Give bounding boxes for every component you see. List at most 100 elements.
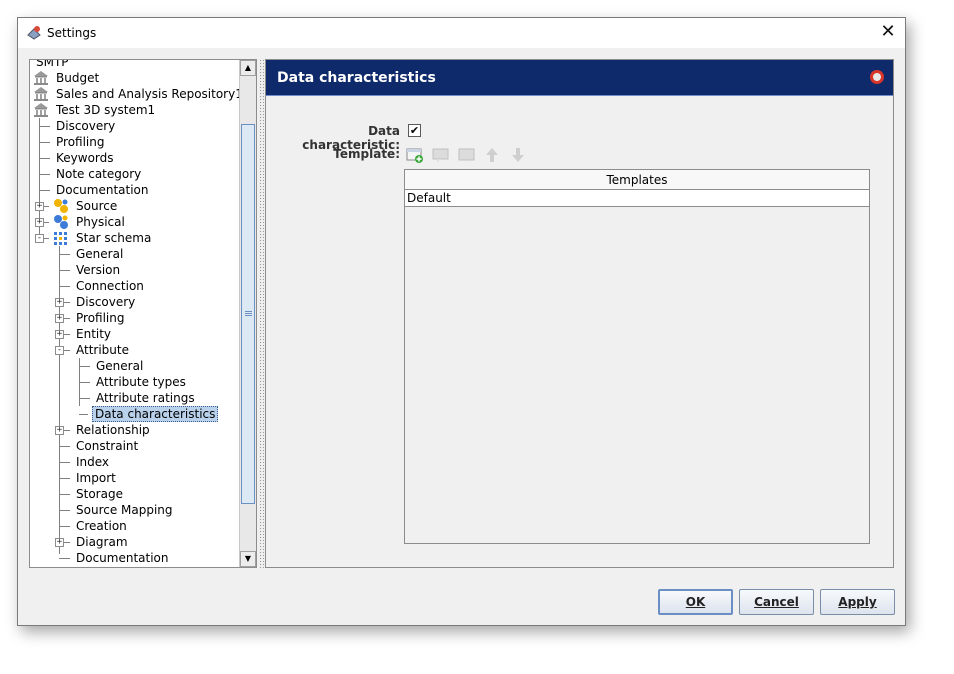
tree-item-label: Profiling — [56, 135, 105, 149]
cancel-button[interactable]: Cancel — [739, 589, 814, 615]
tree-item[interactable]: Star schema — [74, 230, 153, 246]
tree-item[interactable]: Profiling — [54, 134, 107, 150]
tree-item[interactable]: Sales and Analysis Repository1 — [54, 86, 245, 102]
tree-item[interactable]: General — [94, 358, 145, 374]
tree-item[interactable]: Storage — [74, 486, 125, 502]
tree-connector — [59, 494, 70, 495]
tree-item-label: Constraint — [76, 439, 139, 453]
tree-item[interactable]: Discovery — [54, 118, 117, 134]
tree-item[interactable]: SMTP — [34, 59, 71, 70]
tree-connector — [59, 558, 70, 559]
tree-item-label: Documentation — [76, 551, 169, 565]
tree-item-label: Source Mapping — [76, 503, 173, 517]
tree-item[interactable]: Source Mapping — [74, 502, 175, 518]
table-row[interactable]: Default — [405, 190, 869, 207]
tree-item-label: Attribute — [76, 343, 129, 357]
tree-item-label: Budget — [56, 71, 100, 85]
tree-item[interactable]: Note category — [54, 166, 143, 182]
add-template-icon[interactable] — [406, 146, 424, 164]
move-down-icon[interactable] — [509, 146, 527, 164]
tree-item[interactable]: Discovery — [74, 294, 137, 310]
tree-connector — [59, 462, 70, 463]
tree-item[interactable]: Source — [74, 198, 119, 214]
scroll-down-button[interactable]: ▼ — [240, 551, 256, 567]
tree-item[interactable]: Index — [74, 454, 111, 470]
tree-connector — [79, 414, 88, 415]
tree-expander-expand[interactable]: + — [55, 314, 64, 323]
data-characteristic-checkbox[interactable]: ✔ — [408, 124, 421, 137]
tree-item[interactable]: Attribute ratings — [94, 390, 197, 406]
tree-item-label: Discovery — [76, 295, 136, 309]
tree-item-label: Data characteristics — [92, 406, 219, 422]
tree-item[interactable]: Connection — [74, 278, 146, 294]
tree-expander-collapse[interactable]: - — [35, 234, 44, 243]
source-icon — [53, 198, 69, 214]
tree-item[interactable]: General — [74, 246, 125, 262]
tree-item-label: Test 3D system1 — [56, 103, 156, 117]
tree-item[interactable]: Import — [74, 470, 118, 486]
tree-expander-expand[interactable]: + — [35, 218, 44, 227]
split-pane-divider[interactable] — [259, 59, 264, 568]
tree-item[interactable]: Version — [74, 262, 122, 278]
tree-item-label: Keywords — [56, 151, 114, 165]
move-up-icon[interactable] — [483, 146, 501, 164]
tree-expander-expand[interactable]: + — [35, 202, 44, 211]
tree-expander-expand[interactable]: + — [55, 426, 64, 435]
tree-item[interactable]: Attribute — [74, 342, 131, 358]
bank-icon — [33, 102, 49, 118]
tree-connector — [59, 446, 70, 447]
ok-button[interactable]: OK — [658, 589, 733, 615]
tree-item-label: Index — [76, 455, 110, 469]
tree-expander-expand[interactable]: + — [55, 330, 64, 339]
tree-expander-collapse[interactable]: - — [55, 346, 64, 355]
scroll-thumb[interactable] — [241, 124, 255, 504]
tree-item[interactable]: Keywords — [54, 150, 116, 166]
tree-item[interactable]: Profiling — [74, 310, 127, 326]
tree-item[interactable]: Diagram — [74, 534, 130, 550]
tree-item-label: SMTP — [36, 59, 69, 69]
tree-item[interactable]: Physical — [74, 214, 127, 230]
settings-tree: SMTP Budget Sales and Analysis Repository1… — [29, 59, 257, 568]
scroll-up-button[interactable]: ▲ — [240, 60, 256, 76]
close-icon[interactable]: ✕ — [877, 22, 899, 44]
tree-item[interactable]: Test 3D system1 — [54, 102, 157, 118]
tree-item[interactable]: Entity — [74, 326, 113, 342]
tree-item-label: Creation — [76, 519, 127, 533]
tree-item-label: Attribute ratings — [96, 391, 195, 405]
tree-item-label: Entity — [76, 327, 112, 341]
tree-item-label: Source — [76, 199, 118, 213]
tree-item-label: Discovery — [56, 119, 116, 133]
star-schema-icon — [53, 230, 69, 246]
tree-item[interactable]: Documentation — [74, 550, 171, 566]
tree-item-label: Diagram — [76, 535, 128, 549]
templates-column-header[interactable]: Templates — [405, 170, 869, 190]
tree-scrollbar[interactable]: ▲ ▼ — [239, 60, 256, 567]
tree-item[interactable]: Constraint — [74, 438, 140, 454]
tree-item-label: Attribute types — [96, 375, 186, 389]
tree-connector — [39, 174, 50, 175]
delete-template-icon[interactable] — [458, 146, 476, 164]
tree-expander-expand[interactable]: + — [55, 538, 64, 547]
tree-connector — [59, 286, 70, 287]
tree-expander-expand[interactable]: + — [55, 298, 64, 307]
apply-button[interactable]: Apply — [820, 589, 895, 615]
tree-item-label: Note category — [56, 167, 142, 181]
settings-dialog: Settings ✕ SMTP Budget Sales and Analysis … — [17, 17, 906, 626]
physical-icon — [53, 214, 69, 230]
tree-connector — [59, 254, 70, 255]
tree-item[interactable]: Budget — [54, 70, 101, 86]
tree-guide-line — [59, 246, 60, 554]
tree-item[interactable]: Relationship — [74, 422, 152, 438]
help-icon[interactable] — [870, 70, 884, 84]
content-panel: Data characteristics Data characteristic… — [265, 59, 894, 568]
tree-item[interactable]: Creation — [74, 518, 129, 534]
edit-template-icon[interactable] — [432, 146, 450, 164]
tree-item[interactable]: Attribute types — [94, 374, 188, 390]
templates-table: Templates Default — [404, 169, 870, 544]
tree-item-label: Physical — [76, 215, 125, 229]
tree-item-label: Storage — [76, 487, 123, 501]
tree-item[interactable]: Data characteristics — [92, 406, 219, 422]
tree-item[interactable]: Documentation — [54, 182, 151, 198]
panel-title: Data characteristics — [277, 70, 436, 86]
window-title: Settings — [47, 26, 97, 40]
